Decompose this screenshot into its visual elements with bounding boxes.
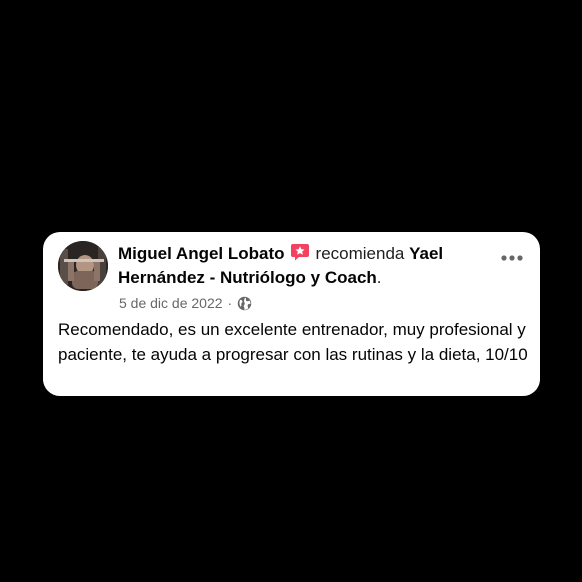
review-header: Miguel Angel Lobato recomienda Yael Hern… [118,242,498,290]
page-suffix: . [376,268,382,287]
recommend-text: recomienda [315,244,405,263]
avatar-photo-icon [58,241,108,291]
more-options-icon[interactable] [500,250,524,261]
separator-dot: · [227,295,233,311]
review-date[interactable]: 5 de dic de 2022 [119,294,223,312]
review-body: Recomendado, es un excelente entrenador,… [58,320,528,364]
review-card: Miguel Angel Lobato recomienda Yael Hern… [43,232,540,396]
author-name[interactable]: Miguel Angel Lobato [118,244,285,263]
globe-icon [237,296,252,311]
avatar[interactable] [58,241,108,291]
star-badge-icon [290,243,310,261]
review-meta: 5 de dic de 2022 · [119,294,252,312]
